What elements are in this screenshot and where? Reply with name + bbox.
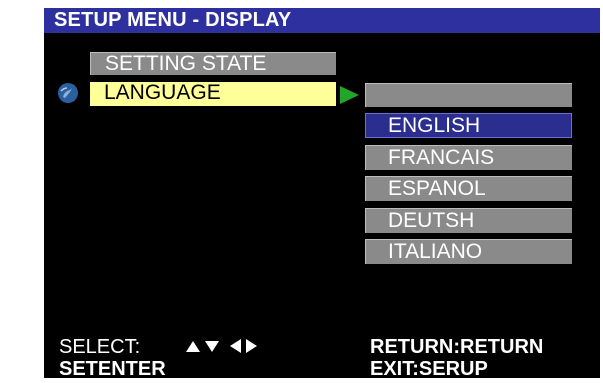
exit-hint: EXIT:SERUP xyxy=(370,358,488,380)
option-deutsh[interactable]: DEUTSH xyxy=(365,208,572,233)
play-arrow-icon xyxy=(340,86,359,104)
nav-arrows xyxy=(186,339,257,353)
exit-action: SERUP xyxy=(418,358,488,380)
right-arrow-icon xyxy=(246,339,257,353)
select-label: SELECT: xyxy=(59,336,141,358)
language-value-box xyxy=(365,83,572,107)
menu-item-language[interactable]: LANGUAGE xyxy=(90,82,336,106)
return-hint: RETURN:RETURN xyxy=(370,336,543,358)
left-arrow-icon xyxy=(230,339,241,353)
osd-screen: SETUP MENU - DISPLAY SETTING STATE LANGU… xyxy=(44,8,600,380)
option-francais[interactable]: FRANCAIS xyxy=(365,145,572,170)
option-english[interactable]: ENGLISH xyxy=(365,113,572,138)
option-italiano[interactable]: ITALIANO xyxy=(365,239,572,264)
up-arrow-icon xyxy=(186,340,200,352)
option-espanol[interactable]: ESPANOL xyxy=(365,176,572,201)
setenter-label: SETENTER xyxy=(59,358,166,380)
return-action: RETURN xyxy=(460,336,544,358)
down-arrow-icon xyxy=(205,340,219,352)
exit-key: EXIT xyxy=(370,358,413,380)
return-colon: : xyxy=(453,336,461,358)
menu-item-setting-state[interactable]: SETTING STATE xyxy=(90,52,336,75)
exit-colon: : xyxy=(412,358,419,380)
return-key: RETURN xyxy=(370,336,454,358)
menu-title: SETUP MENU - DISPLAY xyxy=(44,8,600,33)
globe-icon xyxy=(58,83,78,103)
